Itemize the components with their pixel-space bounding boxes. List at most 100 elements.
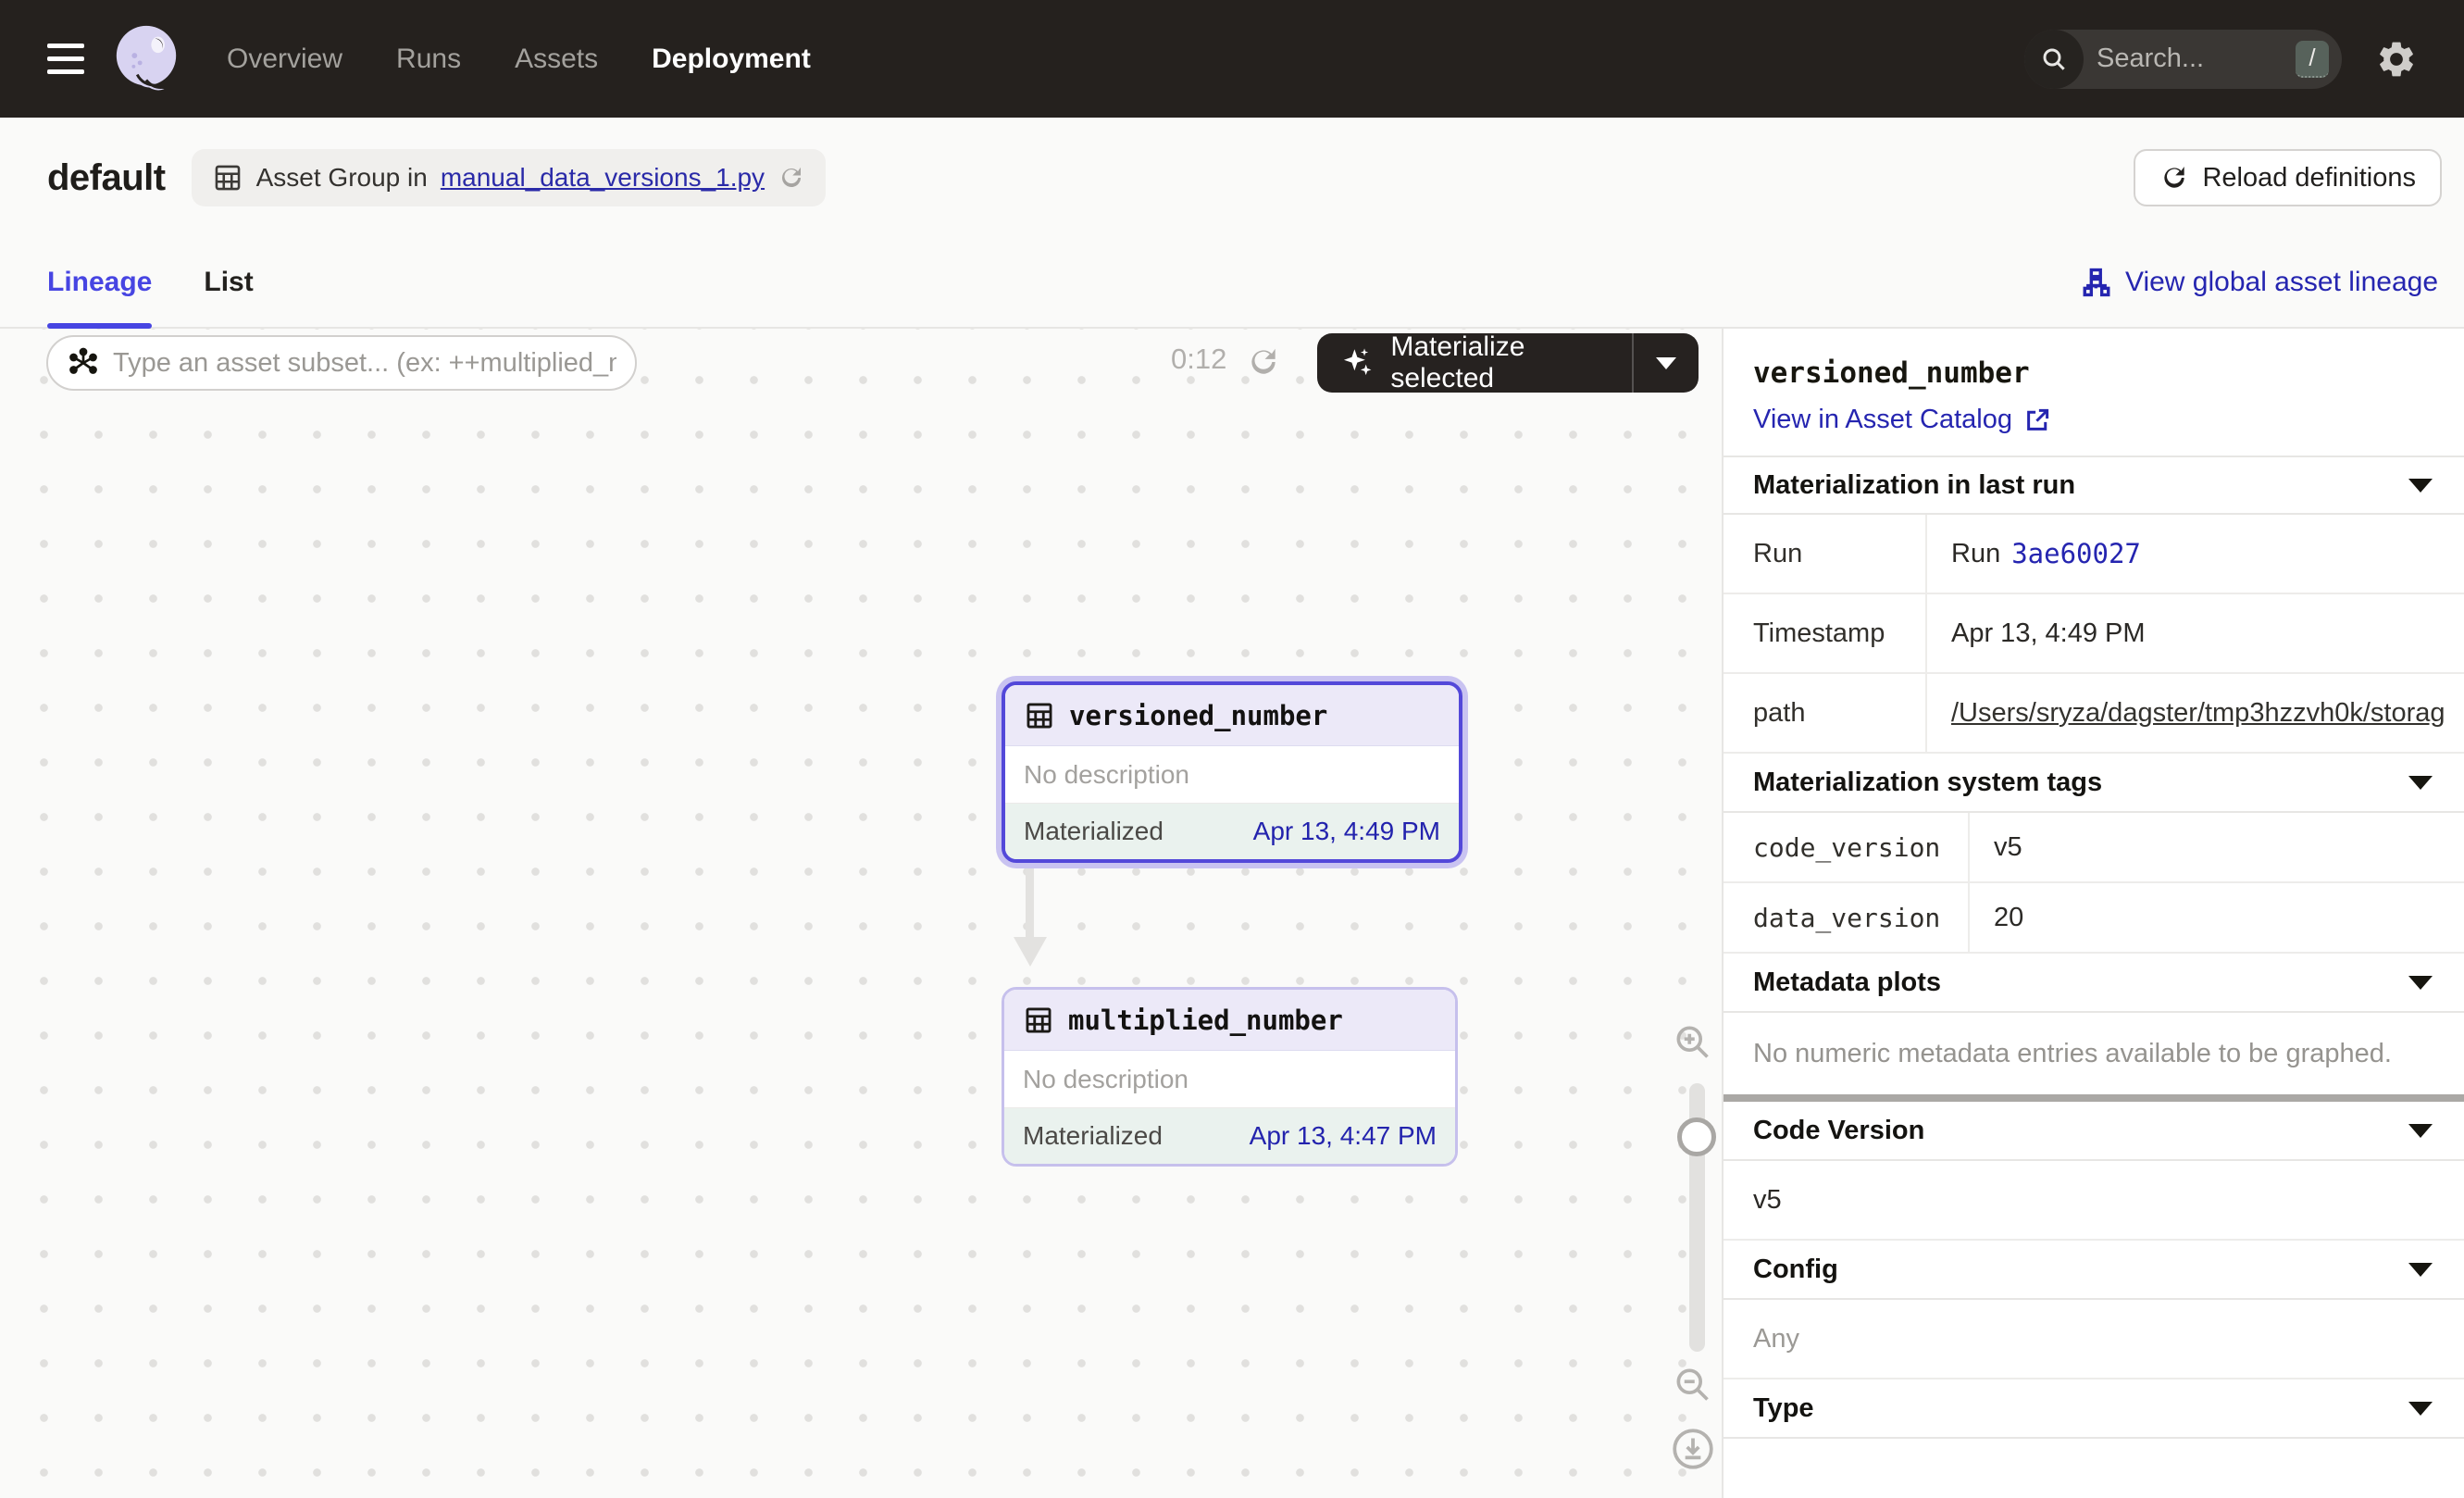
- table-asset-icon: [1024, 700, 1055, 731]
- row-data-version: data_version 20: [1724, 883, 2464, 954]
- dagster-logo-icon[interactable]: [110, 22, 182, 96]
- asset-group-label: Asset Group in: [256, 163, 428, 193]
- hamburger-menu-icon[interactable]: [47, 44, 84, 74]
- materialize-selected-label: Materialize selected: [1390, 331, 1632, 394]
- reload-icon: [2159, 163, 2189, 193]
- table-asset-icon: [1023, 1005, 1054, 1036]
- collapse-caret-icon: [2408, 976, 2433, 990]
- row-value: v5: [1970, 813, 2464, 881]
- nav-link-runs[interactable]: Runs: [396, 44, 461, 75]
- view-global-asset-lineage-link[interactable]: View global asset lineage: [2081, 267, 2438, 298]
- section-materialization-last-run[interactable]: Materialization in last run: [1724, 456, 2464, 515]
- run-value-prefix: Run: [1951, 539, 2000, 569]
- row-label: Run: [1724, 515, 1927, 593]
- asset-node-description: No description: [1004, 1051, 1455, 1108]
- badge-refresh-icon[interactable]: [778, 164, 805, 192]
- search-icon: [2024, 30, 2084, 89]
- row-value: Run 3ae60027: [1927, 515, 2464, 593]
- view-in-asset-catalog-label: View in Asset Catalog: [1753, 405, 2012, 435]
- chevron-down-icon: [1656, 357, 1676, 369]
- collapse-caret-icon: [2408, 1402, 2433, 1416]
- refresh-timer: 0:12: [1171, 343, 1226, 376]
- tab-list[interactable]: List: [204, 238, 253, 327]
- section-materialization-system-tags[interactable]: Materialization system tags: [1724, 754, 2464, 813]
- asset-node-status-row: Materialized Apr 13, 4:49 PM: [1005, 804, 1459, 859]
- asset-node-versioned-number[interactable]: versioned_number No description Material…: [1002, 681, 1462, 863]
- collapse-caret-icon: [2408, 1263, 2433, 1277]
- collapse-caret-icon: [2408, 1124, 2433, 1138]
- row-run: Run Run 3ae60027: [1724, 515, 2464, 594]
- search-input[interactable]: [2084, 44, 2296, 74]
- materialized-status-label: Materialized: [1023, 1121, 1163, 1151]
- row-label: path: [1724, 674, 1927, 752]
- materialization-timestamp-link[interactable]: Apr 13, 4:49 PM: [1253, 817, 1440, 846]
- asset-node-name: versioned_number: [1069, 700, 1327, 731]
- section-metadata-plots[interactable]: Metadata plots: [1724, 954, 2464, 1013]
- section-type[interactable]: Type: [1724, 1379, 2464, 1439]
- row-code-version: code_version v5: [1724, 813, 2464, 883]
- row-path: path /Users/sryza/dagster/tmp3hzzvh0k/st…: [1724, 674, 2464, 754]
- settings-gear-icon[interactable]: [2375, 38, 2418, 81]
- sparkle-icon: [1339, 344, 1375, 381]
- asset-group-file-link[interactable]: manual_data_versions_1.py: [441, 163, 765, 193]
- zoom-slider-handle[interactable]: [1677, 1117, 1716, 1156]
- section-code-version[interactable]: Code Version: [1724, 1102, 2464, 1161]
- nav-link-deployment[interactable]: Deployment: [652, 44, 811, 75]
- top-nav: Overview Runs Assets Deployment /: [0, 0, 2464, 118]
- tab-bar: Lineage List View global asset lineage: [0, 238, 2464, 329]
- asset-node-description: No description: [1005, 746, 1459, 804]
- panel-header: versioned_number View in Asset Catalog: [1724, 329, 2464, 456]
- view-global-asset-lineage-label: View global asset lineage: [2125, 267, 2438, 298]
- asset-node-header[interactable]: versioned_number: [1005, 685, 1459, 746]
- zoom-in-icon[interactable]: [1672, 1021, 1712, 1062]
- page-header: default Asset Group in manual_data_versi…: [0, 118, 2464, 238]
- materialization-timestamp-link[interactable]: Apr 13, 4:47 PM: [1250, 1121, 1437, 1151]
- lineage-edge-arrowhead: [1014, 937, 1047, 967]
- asset-group-badge: Asset Group in manual_data_versions_1.py: [192, 149, 826, 206]
- materialized-status-label: Materialized: [1024, 817, 1164, 846]
- main-content: 0:12 Materialize selected: [0, 329, 2464, 1498]
- asset-node-multiplied-number[interactable]: multiplied_number No description Materia…: [1002, 987, 1458, 1167]
- panel-divider: [1724, 1094, 2464, 1102]
- asset-subset-input[interactable]: [100, 348, 616, 379]
- asset-node-header[interactable]: multiplied_number: [1004, 990, 1455, 1051]
- reload-definitions-label: Reload definitions: [2202, 163, 2416, 193]
- section-heading: Code Version: [1753, 1116, 1924, 1146]
- panel-asset-title: versioned_number: [1753, 356, 2434, 390]
- section-heading: Materialization system tags: [1753, 768, 2102, 798]
- section-heading: Metadata plots: [1753, 967, 1941, 998]
- run-id-link[interactable]: 3ae60027: [2011, 538, 2141, 569]
- nav-links: Overview Runs Assets Deployment: [227, 44, 811, 75]
- asset-selector-icon: [67, 346, 100, 380]
- materialize-selected-main[interactable]: Materialize selected: [1317, 331, 1632, 394]
- row-label: Timestamp: [1724, 594, 1927, 672]
- tab-lineage[interactable]: Lineage: [47, 238, 152, 327]
- section-heading: Config: [1753, 1255, 1838, 1285]
- global-search[interactable]: /: [2024, 30, 2342, 89]
- asset-subset-filter[interactable]: [46, 335, 637, 391]
- asset-group-icon: [212, 162, 243, 193]
- metadata-plots-empty-message: No numeric metadata entries available to…: [1724, 1013, 2464, 1094]
- path-link[interactable]: /Users/sryza/dagster/tmp3hzzvh0k/storag: [1951, 698, 2445, 729]
- asset-node-name: multiplied_number: [1068, 1005, 1343, 1036]
- materialize-selected-button[interactable]: Materialize selected: [1317, 333, 1699, 393]
- view-in-asset-catalog-link[interactable]: View in Asset Catalog: [1753, 405, 2434, 435]
- lineage-graph-canvas[interactable]: 0:12 Materialize selected: [0, 329, 1722, 1498]
- config-value: Any: [1724, 1300, 2464, 1379]
- collapse-caret-icon: [2408, 479, 2433, 493]
- section-heading: Type: [1753, 1393, 1814, 1424]
- section-config[interactable]: Config: [1724, 1241, 2464, 1300]
- row-label: code_version: [1724, 813, 1970, 881]
- asset-details-panel: versioned_number View in Asset Catalog M…: [1722, 329, 2464, 1498]
- nav-link-overview[interactable]: Overview: [227, 44, 342, 75]
- reload-definitions-button[interactable]: Reload definitions: [2134, 149, 2442, 206]
- nav-link-assets[interactable]: Assets: [515, 44, 598, 75]
- row-value: 20: [1970, 883, 2464, 952]
- row-value: Apr 13, 4:49 PM: [1927, 594, 2464, 672]
- zoom-out-icon[interactable]: [1672, 1364, 1712, 1404]
- materialize-dropdown-toggle[interactable]: [1634, 357, 1699, 369]
- row-label: data_version: [1724, 883, 1970, 952]
- download-graph-icon[interactable]: [1670, 1426, 1716, 1472]
- graph-refresh-icon[interactable]: [1246, 344, 1281, 380]
- search-shortcut-key: /: [2296, 41, 2329, 78]
